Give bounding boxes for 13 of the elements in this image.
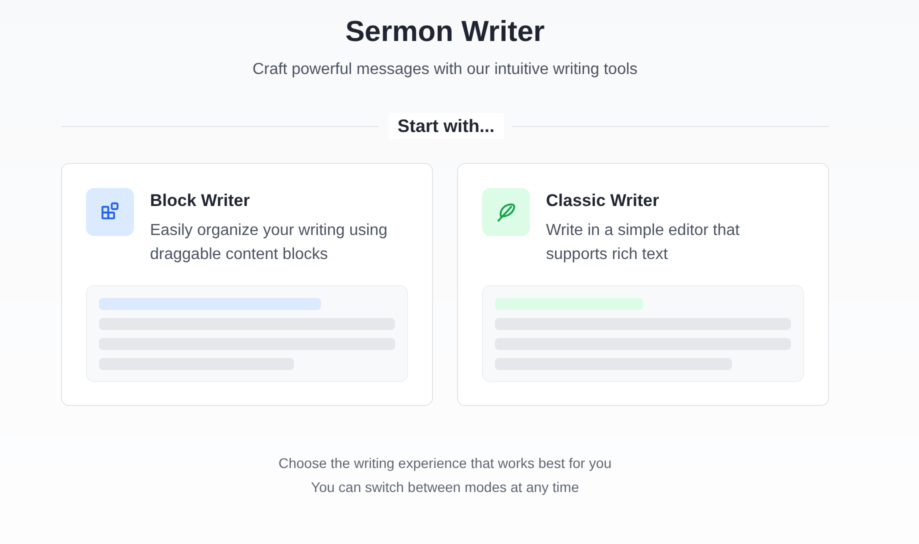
page-title: Sermon Writer: [344, 15, 546, 50]
section-label: Start with...: [388, 113, 504, 139]
footer-note: Choose the writing experience that works best for you: [278, 455, 612, 471]
footer-note: You can switch between modes at any time: [311, 479, 579, 495]
option-description: Write in a simple editor that supports rich text: [546, 221, 741, 265]
blocks-icon: [86, 188, 134, 236]
writer-option-card[interactable]: Classic Writer Write in a simple editor that supports rich text: [457, 163, 829, 406]
feather-icon: [482, 188, 530, 236]
option-description: Easily organize your writing using draggable content blocks: [150, 221, 388, 265]
page-subtitle: Craft powerful messages with our intuitive writing tools: [252, 61, 638, 78]
writer-option-card[interactable]: Block Writer Easily organize your writing using draggable content blocks: [61, 163, 433, 406]
option-title: Classic Writer: [546, 191, 660, 211]
option-title: Block Writer: [150, 191, 251, 211]
